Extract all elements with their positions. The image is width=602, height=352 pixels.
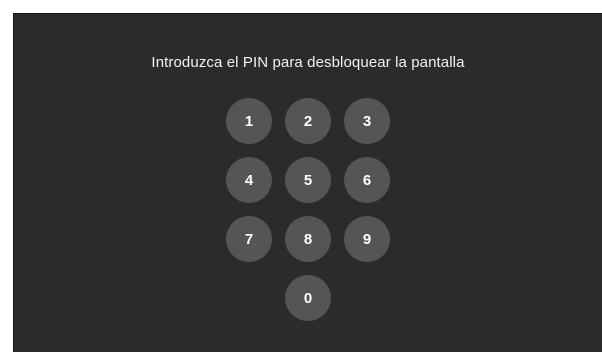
- keypad-key-0[interactable]: 0: [285, 275, 331, 321]
- keypad-key-2[interactable]: 2: [285, 98, 331, 144]
- keypad-key-8[interactable]: 8: [285, 216, 331, 262]
- keypad-key-7[interactable]: 7: [226, 216, 272, 262]
- keypad-key-5[interactable]: 5: [285, 157, 331, 203]
- pin-prompt: Introduzca el PIN para desbloquear la pa…: [151, 54, 465, 71]
- keypad-key-9[interactable]: 9: [344, 216, 390, 262]
- keypad-key-4[interactable]: 4: [226, 157, 272, 203]
- lock-screen: Introduzca el PIN para desbloquear la pa…: [13, 13, 602, 352]
- keypad-key-1[interactable]: 1: [226, 98, 272, 144]
- keypad-key-3[interactable]: 3: [344, 98, 390, 144]
- keypad-key-6[interactable]: 6: [344, 157, 390, 203]
